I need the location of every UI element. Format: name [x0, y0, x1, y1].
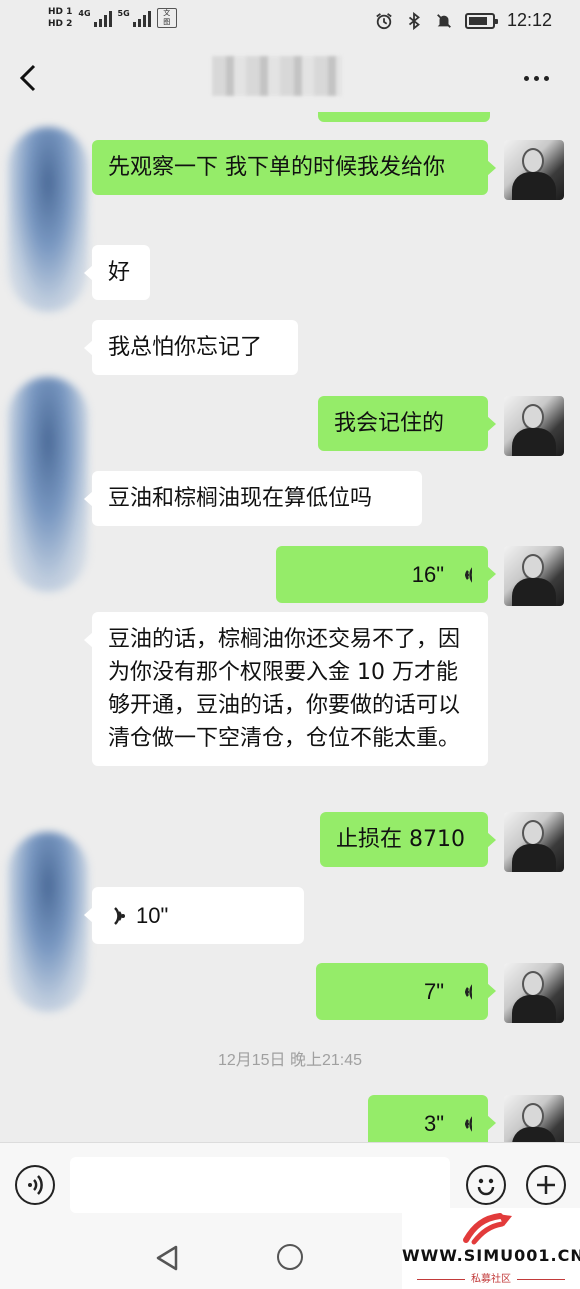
message-input[interactable] — [70, 1157, 450, 1213]
message-text: 好 — [108, 260, 131, 285]
message-text: 我会记住的 — [334, 411, 445, 436]
network-type-1: 4G — [78, 9, 91, 18]
message-text: 先观察一下 我下单的时候我发给你 — [108, 155, 445, 180]
sim1-label: HD 1 — [48, 7, 73, 17]
previous-message-partial — [318, 112, 490, 122]
nav-home-icon[interactable] — [277, 1244, 303, 1270]
voice-wave-icon — [465, 983, 472, 1000]
alarm-icon — [376, 12, 392, 29]
my-avatar[interactable] — [504, 546, 564, 606]
emoji-icon[interactable] — [466, 1165, 506, 1205]
network-type-2: 5G — [117, 9, 130, 18]
sim2-label: HD 2 — [48, 19, 73, 29]
message-bubble-outgoing[interactable]: 我会记住的 — [318, 396, 496, 451]
more-horizontal-icon[interactable] — [524, 66, 556, 90]
voice-wave-icon — [465, 1115, 472, 1132]
message-list[interactable]: 先观察一下 我下单的时候我发给你 好 我总怕你忘记了 我会记住的 豆油和棕榈油现… — [0, 112, 580, 1142]
status-bar: HD 1 HD 2 4G 5G 文图 12:12 — [0, 0, 580, 44]
site-watermark: WWW.SIMU001.CN 私募社区 — [402, 1208, 580, 1289]
voice-mode-icon[interactable] — [15, 1165, 55, 1205]
chat-title-bar — [0, 44, 580, 112]
plus-icon[interactable] — [526, 1165, 566, 1205]
battery-icon — [464, 12, 498, 29]
voice-duration: 3" — [423, 1111, 444, 1136]
chevron-left-icon[interactable] — [14, 58, 44, 98]
message-bubble-outgoing[interactable]: 先观察一下 我下单的时候我发给你 — [92, 140, 496, 195]
my-avatar[interactable] — [504, 1095, 564, 1142]
voice-duration: 7" — [423, 979, 444, 1004]
watermark-subtext: 私募社区 — [402, 1270, 580, 1285]
voice-message-outgoing[interactable]: 3" — [368, 1095, 496, 1142]
contact-name-redacted — [212, 56, 342, 96]
message-bubble-incoming[interactable]: 豆油的话，棕榈油你还交易不了，因为你没有那个权限要入金 10 万才能够开通，豆油… — [84, 612, 488, 766]
nav-back-icon[interactable] — [152, 1243, 182, 1273]
message-text: 我总怕你忘记了 — [108, 335, 263, 360]
voice-duration: 16" — [411, 562, 444, 587]
bluetooth-icon — [408, 11, 420, 30]
watermark-logo-icon — [463, 1213, 512, 1245]
app-notification-icon: 文图 — [156, 8, 177, 28]
voice-wave-icon — [465, 566, 472, 583]
signal-2-icon: 5G — [118, 9, 151, 27]
contact-avatar-blurred — [8, 127, 88, 312]
voice-wave-icon — [114, 906, 125, 925]
voice-duration: 10" — [136, 903, 169, 928]
contact-avatar-blurred — [8, 377, 88, 592]
message-text: 豆油的话，棕榈油你还交易不了，因为你没有那个权限要入金 10 万才能够开通，豆油… — [108, 627, 461, 751]
my-avatar[interactable] — [504, 812, 564, 872]
status-time: 12:12 — [506, 10, 552, 30]
message-bubble-incoming[interactable]: 豆油和棕榈油现在算低位吗 — [84, 471, 422, 526]
message-text: 豆油和棕榈油现在算低位吗 — [108, 486, 373, 511]
watermark-text: WWW.SIMU001.CN — [402, 1246, 580, 1265]
message-text: 止损在 8710 — [336, 827, 465, 852]
my-avatar[interactable] — [504, 140, 564, 200]
my-avatar[interactable] — [504, 963, 564, 1023]
voice-message-outgoing[interactable]: 7" — [316, 963, 496, 1020]
sim-indicators: HD 1 HD 2 — [48, 6, 72, 30]
voice-message-outgoing[interactable]: 16" — [276, 546, 496, 603]
message-bubble-outgoing[interactable]: 止损在 8710 — [320, 812, 496, 867]
message-bubble-incoming[interactable]: 好 — [84, 245, 150, 300]
signal-1-icon: 4G — [78, 9, 112, 27]
message-timestamp: 12月15日 晚上21:45 — [217, 1052, 363, 1069]
voice-message-incoming[interactable]: 10" — [84, 887, 304, 944]
contact-avatar-blurred — [8, 832, 88, 1012]
mute-bell-icon — [437, 13, 451, 28]
my-avatar[interactable] — [504, 396, 564, 456]
message-bubble-incoming[interactable]: 我总怕你忘记了 — [84, 320, 298, 375]
